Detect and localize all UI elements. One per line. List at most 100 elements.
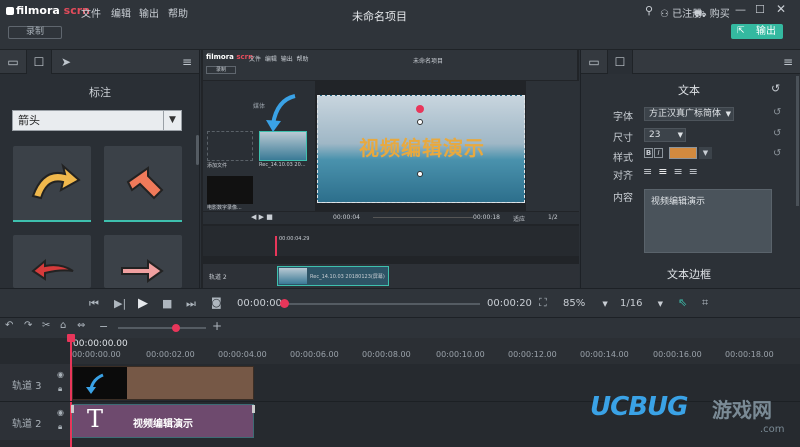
export-button[interactable]: ⇱ 输出 <box>731 24 783 39</box>
next-frame-icon[interactable]: ⏭ <box>186 297 196 311</box>
reset-style-icon[interactable]: ↺ <box>773 148 781 159</box>
inner-right-panel <box>526 81 579 211</box>
zoom-slider[interactable] <box>118 327 206 329</box>
redo-icon[interactable]: ↷ <box>24 320 32 331</box>
left-scrollbar[interactable] <box>196 135 199 165</box>
clip-trim-left[interactable] <box>71 405 74 413</box>
play-icon[interactable]: ▶ <box>138 296 148 311</box>
watermark-cn: 游戏网 <box>712 398 772 422</box>
inner-title: 未命名项目 <box>413 58 444 65</box>
undo-icon[interactable]: ↶ <box>5 320 13 331</box>
font-select[interactable]: 方正汉真广标简体 ▼ <box>644 107 734 121</box>
reset-size-icon[interactable]: ↺ <box>773 128 781 139</box>
arrow-card-right[interactable] <box>104 235 182 288</box>
tab-cursor-icon[interactable]: ➤ <box>53 50 79 74</box>
align-left-icon[interactable]: ≡ <box>643 165 658 178</box>
arrow-card-diagonal[interactable] <box>104 146 182 222</box>
ruler-tick: 00:00:14.00 <box>580 350 629 359</box>
annotation-type-select[interactable]: 箭头 ▼ <box>12 110 182 131</box>
prev-frame-icon[interactable]: ⏮ <box>89 297 99 311</box>
zoom-slider-handle[interactable] <box>172 324 180 332</box>
align-justify-icon[interactable]: ≡ <box>689 165 704 178</box>
menu-file[interactable]: 文件 <box>81 5 101 20</box>
right-panel-menu-icon[interactable]: ≡ <box>775 50 800 74</box>
lock-icon[interactable]: 🔒︎ <box>58 384 62 394</box>
inner-track: 轨道 2 Rec_14.10.03 20180123(屏幕) <box>203 264 579 288</box>
lock-icon[interactable]: 🔒︎ <box>58 422 62 432</box>
window-title: 未命名项目 <box>352 10 407 23</box>
inner-add-file <box>207 131 253 161</box>
inner-topbar: filmora scrn 文件 编辑 输出 帮助 未命名项目 录制 <box>203 50 577 80</box>
align-center-icon[interactable]: ≡ <box>658 165 673 178</box>
rotate-handle[interactable] <box>416 105 424 113</box>
eye-icon[interactable]: ◉ <box>57 370 64 379</box>
resize-handle-top[interactable] <box>417 119 423 125</box>
pointer-mode-icon[interactable]: ⇖ <box>678 296 687 309</box>
zoom-out-icon[interactable]: − <box>99 320 108 333</box>
size-select[interactable]: 23 ▼ <box>644 128 686 142</box>
text-color-swatch[interactable] <box>669 147 697 159</box>
menu-help[interactable]: 帮助 <box>168 5 188 20</box>
step-icon[interactable]: ▶| <box>114 297 126 310</box>
inner-record: 录制 <box>206 66 236 74</box>
close-icon[interactable]: ✕ <box>776 2 786 16</box>
color-dropdown-icon[interactable]: ▼ <box>699 147 712 159</box>
eye-icon[interactable]: ◉ <box>57 408 64 417</box>
crop-icon[interactable]: ⌗ <box>702 296 708 310</box>
fullscreen-icon[interactable]: ⛶ <box>539 296 547 310</box>
minimize-icon[interactable]: — <box>735 3 746 16</box>
progress-handle[interactable] <box>280 299 289 308</box>
clip-trim-right[interactable] <box>252 405 255 413</box>
maximize-icon[interactable]: ☐ <box>755 3 765 16</box>
italic-button[interactable]: I <box>654 148 663 158</box>
menu-output[interactable]: 输出 <box>139 5 159 20</box>
watermark-dotcom: .com <box>760 424 785 435</box>
annotation-clip[interactable] <box>72 366 254 400</box>
right-scrollbar[interactable] <box>796 76 799 206</box>
zoom-select[interactable]: 85% ▼ <box>563 298 608 309</box>
page-select[interactable]: 1/16 ▼ <box>620 298 663 309</box>
preview-panel: filmora scrn 文件 编辑 输出 帮助 未命名项目 录制 媒体 添加文… <box>201 50 579 288</box>
record-button[interactable]: 录制 <box>8 26 62 39</box>
menu-edit[interactable]: 编辑 <box>111 5 131 20</box>
resize-handle-bottom[interactable] <box>417 171 423 177</box>
bold-button[interactable]: B <box>644 148 653 158</box>
text-clip[interactable]: T 视频编辑演示 <box>71 404 255 438</box>
text-clip-label: 视频编辑演示 <box>133 419 193 430</box>
buy-link[interactable]: ⛟ 购买 <box>694 5 730 22</box>
content-textarea[interactable]: 视频编辑演示 <box>644 189 772 253</box>
arrow-card-curved-left[interactable] <box>13 235 91 288</box>
tab-media-icon[interactable]: ▭ <box>0 50 26 74</box>
zoom-in-icon[interactable]: + <box>212 319 222 333</box>
current-time: 00:00:00 <box>237 298 282 309</box>
annotation-panel: ▭ ☐ ➤ ≡ 标注 箭头 ▼ <box>0 50 200 288</box>
track-3-header: 轨道 3 ◉ 🔒︎ <box>0 364 70 402</box>
video-caption[interactable]: 视频编辑演示 <box>318 132 526 161</box>
tab-video-icon[interactable]: ▭ <box>581 50 607 74</box>
progress-track[interactable] <box>284 303 480 305</box>
inner-clip-label: Rec_14.10.03 20... <box>259 162 306 168</box>
align-label: 对齐 <box>613 171 633 182</box>
text-type-icon: T <box>87 405 104 433</box>
reset-font-icon[interactable]: ↺ <box>773 107 781 118</box>
logo-icon <box>6 7 14 15</box>
arrow-card-curved-up[interactable] <box>13 146 91 222</box>
search-icon[interactable]: ⚲ <box>645 4 653 17</box>
playhead-handle[interactable] <box>67 334 75 342</box>
align-buttons[interactable]: ≡≡≡≡ <box>643 165 704 178</box>
tab-text-icon[interactable]: ☐ <box>607 50 633 74</box>
playhead-time: 00:00:00.00 <box>73 339 128 349</box>
tab-annotation-icon[interactable]: ☐ <box>26 50 52 74</box>
cut-icon[interactable]: ✂ <box>42 320 50 331</box>
marker-icon[interactable]: ⌂ <box>60 320 66 331</box>
stop-icon[interactable]: ■ <box>162 297 172 310</box>
snapshot-icon[interactable]: ◙ <box>211 296 222 309</box>
fit-timeline-icon[interactable]: ⇔ <box>77 320 85 331</box>
preview-canvas[interactable]: 视频编辑演示 <box>317 95 525 203</box>
right-arrow-icon <box>121 259 164 283</box>
panel-menu-icon[interactable]: ≡ <box>174 50 200 74</box>
reset-icon[interactable]: ↺ <box>771 82 780 95</box>
inner-time: 00:00:04 <box>333 214 360 221</box>
align-right-icon[interactable]: ≡ <box>673 165 688 178</box>
inner-logo: filmora scrn <box>206 53 254 61</box>
